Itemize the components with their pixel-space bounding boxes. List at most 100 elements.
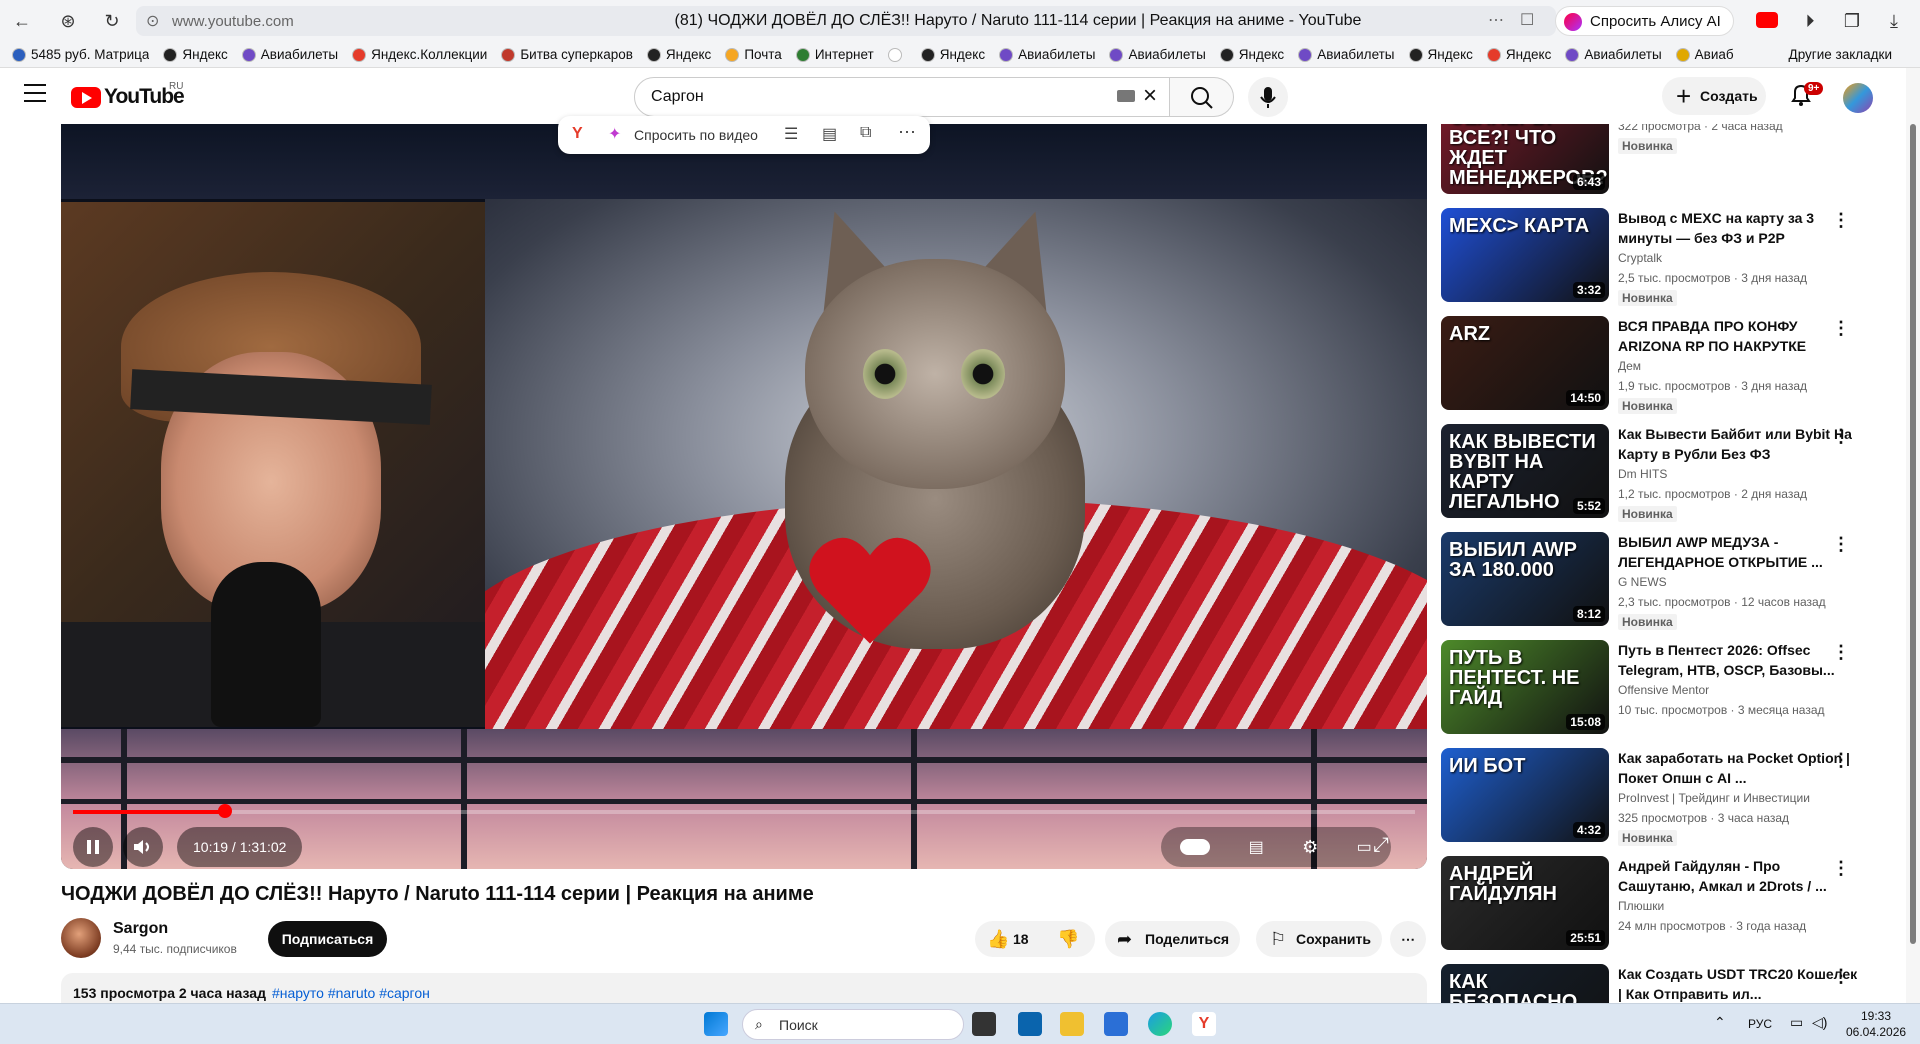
kebab-menu-icon[interactable]: ⋮ xyxy=(1831,967,1851,988)
back-arrow-icon[interactable]: ← xyxy=(6,5,38,37)
search-button[interactable] xyxy=(1170,77,1234,117)
video-player[interactable]: 10:19 / 1:31:02 ▤ ⚙ ▭ ⤢ xyxy=(61,124,1427,869)
save-button[interactable]: ⚐ Сохранить xyxy=(1256,921,1382,957)
recommended-channel[interactable]: Плюшки xyxy=(1618,899,1664,913)
more-icon[interactable]: ⋯ xyxy=(1488,10,1504,30)
kebab-menu-icon[interactable]: ⋮ xyxy=(1831,751,1851,772)
bookmark-item[interactable]: Авиабилеты xyxy=(1565,47,1662,62)
collections-icon[interactable]: ❐ xyxy=(1836,5,1868,37)
account-avatar[interactable] xyxy=(1843,83,1873,113)
network-icon[interactable]: ▭ xyxy=(1790,1014,1803,1031)
voice-search-button[interactable] xyxy=(1248,77,1288,117)
more-actions-button[interactable]: ⋯ xyxy=(1390,921,1426,957)
recommended-video[interactable]: КАК БЕЗОПАСНО СОЗДАТЬ USDT Как Создать US… xyxy=(1441,964,1906,1003)
recommended-video[interactable]: СЕЛЛЕРЫ ВСЕ?! ЧТО ЖДЕТ МЕНЕДЖЕРОВ?6:43Юл… xyxy=(1441,124,1906,200)
bookmark-item[interactable]: Авиабилеты xyxy=(1298,47,1395,62)
youtube-logo[interactable]: YouTube xyxy=(71,85,185,109)
kebab-menu-icon[interactable]: ⋮ xyxy=(1831,859,1851,880)
recommended-video[interactable]: КАК ВЫВЕСТИ BYBIT НА КАРТУ ЛЕГАЛЬНО 5:52 К… xyxy=(1441,424,1906,524)
recommended-channel[interactable]: G NEWS xyxy=(1618,575,1667,589)
recommended-title[interactable]: Как Вывести Байбит или Bybit На Карту в … xyxy=(1618,424,1858,464)
page-scrollbar[interactable] xyxy=(1906,68,1920,1003)
video-thumbnail[interactable]: ПУТЬ В ПЕНТЕСТ. НЕ ГАЙД 15:08 xyxy=(1441,640,1609,734)
bookmark-item[interactable]: Яндекс xyxy=(1408,47,1473,62)
recommended-title[interactable]: Вывод с MEXC на карту за 3 минуты — без … xyxy=(1618,208,1858,248)
description-box[interactable]: 153 просмотра 2 часа назад #наруто #narut… xyxy=(61,973,1427,1003)
recommended-channel[interactable]: Cryptalk xyxy=(1618,251,1662,265)
bookmark-item[interactable]: Почта xyxy=(725,47,782,62)
bookmark-item[interactable]: Интернет xyxy=(795,47,874,62)
recommended-channel[interactable]: Offensive Mentor xyxy=(1618,683,1709,697)
protect-icon[interactable]: ⊛ xyxy=(52,5,84,37)
fullscreen-icon[interactable]: ⤢ xyxy=(1373,834,1389,857)
recommended-video[interactable]: ИИ БОТ 4:32 Как заработать на Pocket Optio… xyxy=(1441,748,1906,848)
subtitles-icon[interactable]: ▤ xyxy=(1249,837,1264,857)
yandex-browser-icon[interactable]: Y xyxy=(1192,1012,1216,1036)
bookmark-item[interactable]: Яндекс xyxy=(163,47,228,62)
bookmark-item[interactable]: 5485 руб. Матрица xyxy=(12,47,149,62)
tray-chevron-icon[interactable]: ⌃ xyxy=(1714,1014,1726,1031)
recommended-video[interactable]: АНДРЕЙ ГАЙДУЛЯН 25:51 Андрей Гайдулян - Пр… xyxy=(1441,856,1906,956)
video-thumbnail[interactable]: СЕЛЛЕРЫ ВСЕ?! ЧТО ЖДЕТ МЕНЕДЖЕРОВ?6:43 xyxy=(1441,124,1609,194)
video-thumbnail[interactable]: ИИ БОТ 4:32 xyxy=(1441,748,1609,842)
volume-icon[interactable]: ◁) xyxy=(1812,1014,1827,1031)
progress-scrubber[interactable] xyxy=(218,804,232,818)
video-thumbnail[interactable]: КАК ВЫВЕСТИ BYBIT НА КАРТУ ЛЕГАЛЬНО 5:52 xyxy=(1441,424,1609,518)
like-button[interactable]: 👍 xyxy=(987,921,1009,957)
menu-icon[interactable] xyxy=(24,84,46,102)
video-thumbnail[interactable]: MEXC> КАРТА 3:32 xyxy=(1441,208,1609,302)
bookmark-item[interactable] xyxy=(887,47,907,62)
subscribe-button[interactable]: Подписаться xyxy=(268,921,387,957)
youtube-ext-icon[interactable] xyxy=(1756,12,1778,28)
theater-mode-icon[interactable]: ▭ xyxy=(1357,837,1372,857)
reload-icon[interactable]: ↻ xyxy=(96,5,128,37)
search-input[interactable]: Саргон × xyxy=(634,77,1170,117)
start-windows-icon[interactable] xyxy=(704,1012,728,1036)
bookmark-item[interactable]: Яндекс xyxy=(1219,47,1284,62)
taskbar-search[interactable]: ⌕ Поиск xyxy=(742,1009,964,1040)
recommended-channel[interactable]: ProInvest | Трейдинг и Инвестиции xyxy=(1618,791,1810,805)
task-view-icon[interactable] xyxy=(972,1012,996,1036)
keyboard-icon[interactable] xyxy=(1117,90,1135,102)
channel-avatar[interactable] xyxy=(61,918,101,958)
settings-gear-icon[interactable]: ⚙ xyxy=(1302,837,1318,858)
summary-icon[interactable]: ☰ xyxy=(784,124,798,144)
recommended-video[interactable]: ARZ 14:50 ВСЯ ПРАВДА ПРО КОНФУ ARIZONA RP … xyxy=(1441,316,1906,416)
recommended-title[interactable]: ВЫБИЛ AWP МЕДУЗА - ЛЕГЕНДАРНОЕ ОТКРЫТИЕ … xyxy=(1618,532,1858,572)
file-explorer-icon[interactable] xyxy=(1060,1012,1084,1036)
recommended-title[interactable]: Как заработать на Pocket Option | Покет … xyxy=(1618,748,1858,788)
recommended-title[interactable]: Как Создать USDT TRC20 Кошелек | Как Отп… xyxy=(1618,964,1858,1003)
kebab-menu-icon[interactable]: ⋮ xyxy=(1831,535,1851,556)
bookmark-item[interactable]: Яндекс xyxy=(920,47,985,62)
video-thumbnail[interactable]: АНДРЕЙ ГАЙДУЛЯН 25:51 xyxy=(1441,856,1609,950)
clock[interactable]: 19:33 06.04.2026 xyxy=(1846,1008,1906,1040)
bookmark-item[interactable]: Битва суперкаров xyxy=(501,47,633,62)
channel-name[interactable]: Sargon xyxy=(113,920,168,938)
input-language[interactable]: РУС xyxy=(1748,1017,1772,1031)
recommended-channel[interactable]: Дем xyxy=(1618,359,1641,373)
downloads-icon[interactable]: ⤓ xyxy=(1878,5,1910,37)
scrollbar-thumb[interactable] xyxy=(1910,124,1916,944)
hashtags[interactable]: #наруто #naruto #саргон xyxy=(272,985,430,1001)
video-thumbnail[interactable]: КАК БЕЗОПАСНО СОЗДАТЬ USDT xyxy=(1441,964,1609,1003)
dislike-button[interactable]: 👎 xyxy=(1057,921,1079,957)
video-thumbnail[interactable]: ВЫБИЛ AWP ЗА 180.000 8:12 xyxy=(1441,532,1609,626)
kebab-menu-icon[interactable]: ⋮ xyxy=(1831,643,1851,664)
autoplay-toggle[interactable] xyxy=(1180,839,1211,855)
other-bookmarks[interactable]: Другие закладки xyxy=(1789,47,1892,62)
recommended-title[interactable]: Андрей Гайдулян - Про Сашутаню, Амкал и … xyxy=(1618,856,1858,896)
address-bar[interactable]: ⊙ www.youtube.com (81) ЧОДЖИ ДОВЁЛ ДО СЛ… xyxy=(136,6,1556,36)
recommended-channel[interactable]: Dm HITS xyxy=(1618,467,1667,481)
bookmark-item[interactable]: Яндекс xyxy=(1486,47,1551,62)
ask-about-video-button[interactable]: Спросить по видео xyxy=(634,127,758,143)
bookmark-item[interactable]: Яндекс xyxy=(646,47,711,62)
ask-alice-button[interactable]: Спросить Алису AI xyxy=(1555,6,1734,36)
recommended-video[interactable]: ВЫБИЛ AWP ЗА 180.000 8:12 ВЫБИЛ AWP МЕДУЗА… xyxy=(1441,532,1906,632)
bookmark-item[interactable]: Яндекс.Коллекции xyxy=(352,47,487,62)
progress-bar[interactable] xyxy=(73,810,1415,814)
volume-button[interactable] xyxy=(123,827,163,867)
clear-icon[interactable]: × xyxy=(1143,84,1157,108)
bookmark-item[interactable]: Авиабилеты xyxy=(999,47,1095,62)
media-icon[interactable]: ⏵ xyxy=(1794,5,1826,37)
pause-button[interactable] xyxy=(73,827,113,867)
